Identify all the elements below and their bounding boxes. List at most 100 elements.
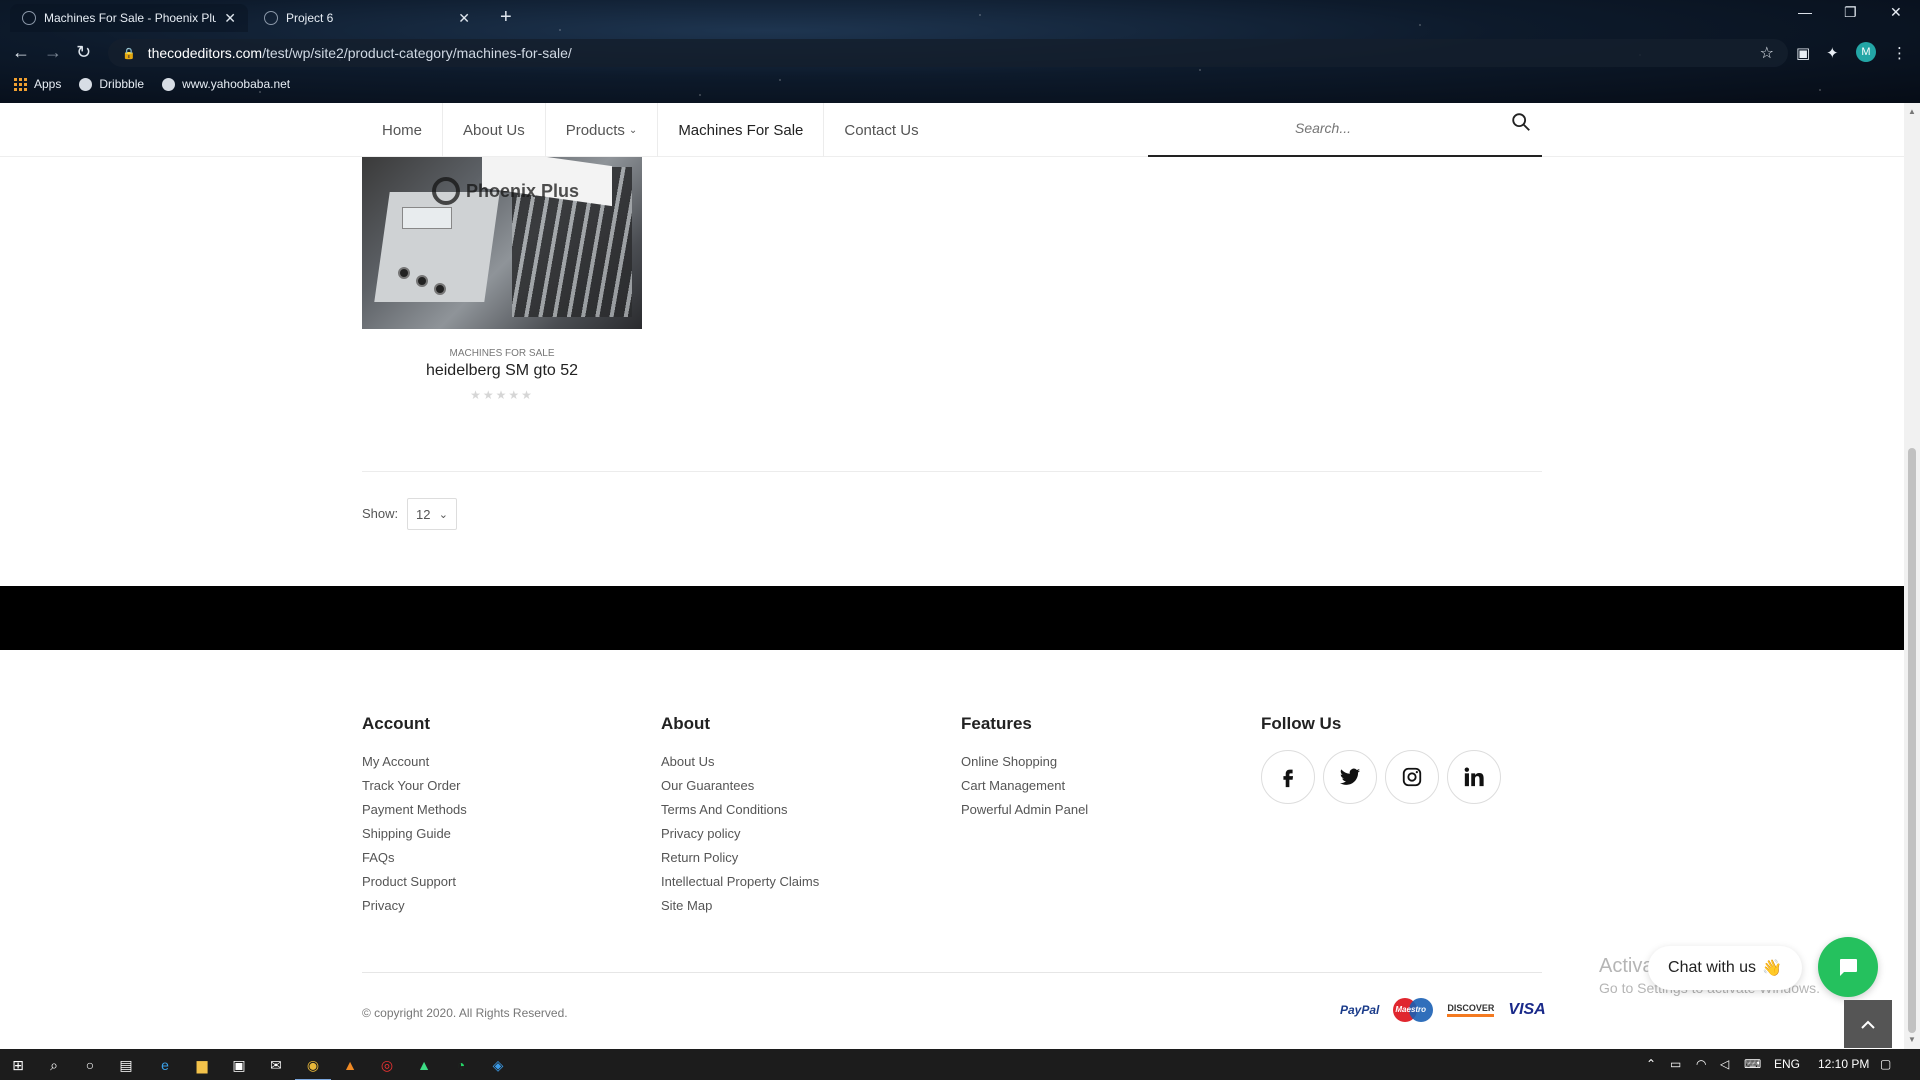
footer-link-admin-panel[interactable]: Powerful Admin Panel: [961, 798, 1088, 822]
footer-link-my-account[interactable]: My Account: [362, 750, 467, 774]
chat-with-us-label[interactable]: Chat with us 👋: [1648, 946, 1802, 990]
battery-icon[interactable]: ▭: [1670, 1057, 1681, 1071]
maestro-text: Maestro: [1395, 1005, 1427, 1014]
search-input[interactable]: [1148, 113, 1498, 143]
cortana-icon[interactable]: ○: [80, 1055, 100, 1075]
nav-contact-us[interactable]: Contact Us: [824, 103, 938, 157]
store-icon[interactable]: ▣: [229, 1055, 249, 1075]
mail-icon[interactable]: ✉: [266, 1055, 286, 1075]
per-page-select[interactable]: 12 ⌄: [407, 498, 457, 530]
vscode-icon[interactable]: ◈: [488, 1055, 508, 1075]
lock-icon: 🔒: [122, 47, 136, 60]
twitter-button[interactable]: [1323, 750, 1377, 804]
close-window-icon[interactable]: ✕: [1890, 4, 1902, 21]
new-tab-icon[interactable]: +: [500, 6, 512, 29]
footer-heading: Account: [362, 714, 430, 733]
address-bar[interactable]: 🔒 thecodeditors.com/test/wp/site2/produc…: [108, 39, 1788, 67]
footer-link-privacy-policy[interactable]: Privacy policy: [661, 822, 819, 846]
bookmark-dribbble[interactable]: Dribbble: [79, 77, 144, 91]
browser-chrome: Machines For Sale - Phoenix Plus ✕ Proje…: [0, 0, 1920, 103]
extension-icon[interactable]: ▣: [1796, 44, 1810, 62]
task-view-icon[interactable]: ▤: [116, 1055, 136, 1075]
footer-link-product-support[interactable]: Product Support: [362, 870, 467, 894]
product-image[interactable]: Phoenix Plus: [362, 157, 642, 329]
clock[interactable]: 12:10 PM: [1818, 1057, 1869, 1071]
scroll-thumb[interactable]: [1908, 448, 1916, 1033]
footer-about-column: About About Us Our Guarantees Terms And …: [661, 714, 819, 918]
footer-link-faqs[interactable]: FAQs: [362, 846, 467, 870]
puzzle-icon[interactable]: ✦: [1826, 44, 1839, 62]
tray-chevron-icon[interactable]: ⌃: [1646, 1057, 1656, 1071]
file-explorer-icon[interactable]: ▆: [192, 1055, 212, 1075]
scroll-down-icon[interactable]: ▼: [1908, 1035, 1916, 1044]
back-to-top-button[interactable]: [1844, 1000, 1892, 1048]
social-links: [1261, 750, 1501, 804]
footer-link-shipping-guide[interactable]: Shipping Guide: [362, 822, 467, 846]
bookmark-apps[interactable]: Apps: [14, 77, 61, 91]
windows-taskbar: ⊞ ⌕ ○ ▤ e ▆ ▣ ✉ ◉ ▲ ◎ ▲ ◔ ◈ ⌃ ▭ ◠ ◁ ⌨ EN…: [0, 1049, 1920, 1080]
instagram-button[interactable]: [1385, 750, 1439, 804]
nav-products[interactable]: Products ⌄: [546, 103, 659, 157]
opera-icon[interactable]: ◎: [377, 1055, 397, 1075]
restore-icon[interactable]: ❐: [1844, 4, 1857, 21]
tab-title: Project 6: [286, 11, 334, 25]
chat-button[interactable]: [1818, 937, 1878, 997]
apps-grid-icon: [14, 77, 27, 91]
close-tab-icon[interactable]: ✕: [458, 10, 470, 27]
image-watermark-logo: Phoenix Plus: [432, 177, 579, 205]
site-favicon-icon: [22, 11, 36, 25]
main-menu: Home About Us Products ⌄ Machines For Sal…: [362, 103, 939, 157]
product-category[interactable]: MACHINES FOR SALE: [362, 348, 642, 359]
minimize-icon[interactable]: —: [1798, 4, 1812, 20]
facebook-button[interactable]: [1261, 750, 1315, 804]
chevron-up-icon: [1861, 1020, 1875, 1029]
menu-kebab-icon[interactable]: ⋮: [1892, 44, 1907, 62]
footer-link-payment-methods[interactable]: Payment Methods: [362, 798, 467, 822]
bookmark-star-icon[interactable]: ☆: [1760, 43, 1774, 63]
tab-title: Machines For Sale - Phoenix Plus: [44, 11, 217, 25]
footer-link-about-us[interactable]: About Us: [661, 750, 819, 774]
edge-icon[interactable]: e: [155, 1055, 175, 1075]
forward-icon[interactable]: →: [44, 42, 62, 63]
footer-link-online-shopping[interactable]: Online Shopping: [961, 750, 1088, 774]
scroll-up-icon[interactable]: ▲: [1908, 107, 1916, 116]
tab-project-6[interactable]: Project 6 ✕: [252, 4, 482, 32]
footer-link-track-order[interactable]: Track Your Order: [362, 774, 467, 798]
back-icon[interactable]: ←: [12, 42, 30, 63]
tab-machines-for-sale[interactable]: Machines For Sale - Phoenix Plus ✕: [10, 4, 248, 32]
page-scrollbar[interactable]: ▲ ▼: [1904, 103, 1920, 1049]
footer-link-privacy[interactable]: Privacy: [362, 894, 467, 918]
search-icon[interactable]: ⌕: [44, 1055, 64, 1075]
product-title[interactable]: heidelberg SM gto 52: [362, 362, 642, 380]
android-studio-icon[interactable]: ▲: [414, 1055, 434, 1075]
volume-icon[interactable]: ◁: [1720, 1057, 1729, 1071]
notifications-icon[interactable]: ▢: [1880, 1057, 1891, 1071]
footer-link-guarantees[interactable]: Our Guarantees: [661, 774, 819, 798]
nav-home[interactable]: Home: [362, 103, 444, 157]
footer-link-ip-claims[interactable]: Intellectual Property Claims: [661, 870, 819, 894]
footer-heading: About: [661, 714, 711, 733]
footer-link-terms[interactable]: Terms And Conditions: [661, 798, 819, 822]
search-icon[interactable]: [1510, 111, 1532, 133]
profile-avatar[interactable]: M: [1856, 42, 1876, 62]
maestro-logo: Maestro: [1393, 998, 1434, 1022]
language-indicator[interactable]: ENG: [1774, 1057, 1800, 1071]
vlc-icon[interactable]: ▲: [340, 1055, 360, 1075]
nav-about-us[interactable]: About Us: [443, 103, 546, 157]
footer-black-bar: [0, 586, 1904, 650]
wifi-icon[interactable]: ◠: [1696, 1057, 1706, 1071]
bookmark-yahoobaba[interactable]: www.yahoobaba.net: [162, 77, 290, 91]
chrome-icon[interactable]: ◉: [295, 1055, 331, 1080]
footer-link-cart-management[interactable]: Cart Management: [961, 774, 1088, 798]
close-tab-icon[interactable]: ✕: [224, 10, 236, 27]
footer-link-site-map[interactable]: Site Map: [661, 894, 819, 918]
reload-icon[interactable]: ↻: [76, 42, 91, 63]
nav-machines-for-sale[interactable]: Machines For Sale: [658, 103, 825, 157]
whatsapp-icon[interactable]: ◔: [451, 1055, 471, 1075]
footer-link-return-policy[interactable]: Return Policy: [661, 846, 819, 870]
keyboard-icon[interactable]: ⌨: [1744, 1057, 1761, 1071]
windows-start-icon[interactable]: ⊞: [8, 1055, 28, 1075]
star-icon: ★: [482, 388, 496, 402]
linkedin-button[interactable]: [1447, 750, 1501, 804]
visa-logo: VISA: [1508, 1001, 1546, 1018]
